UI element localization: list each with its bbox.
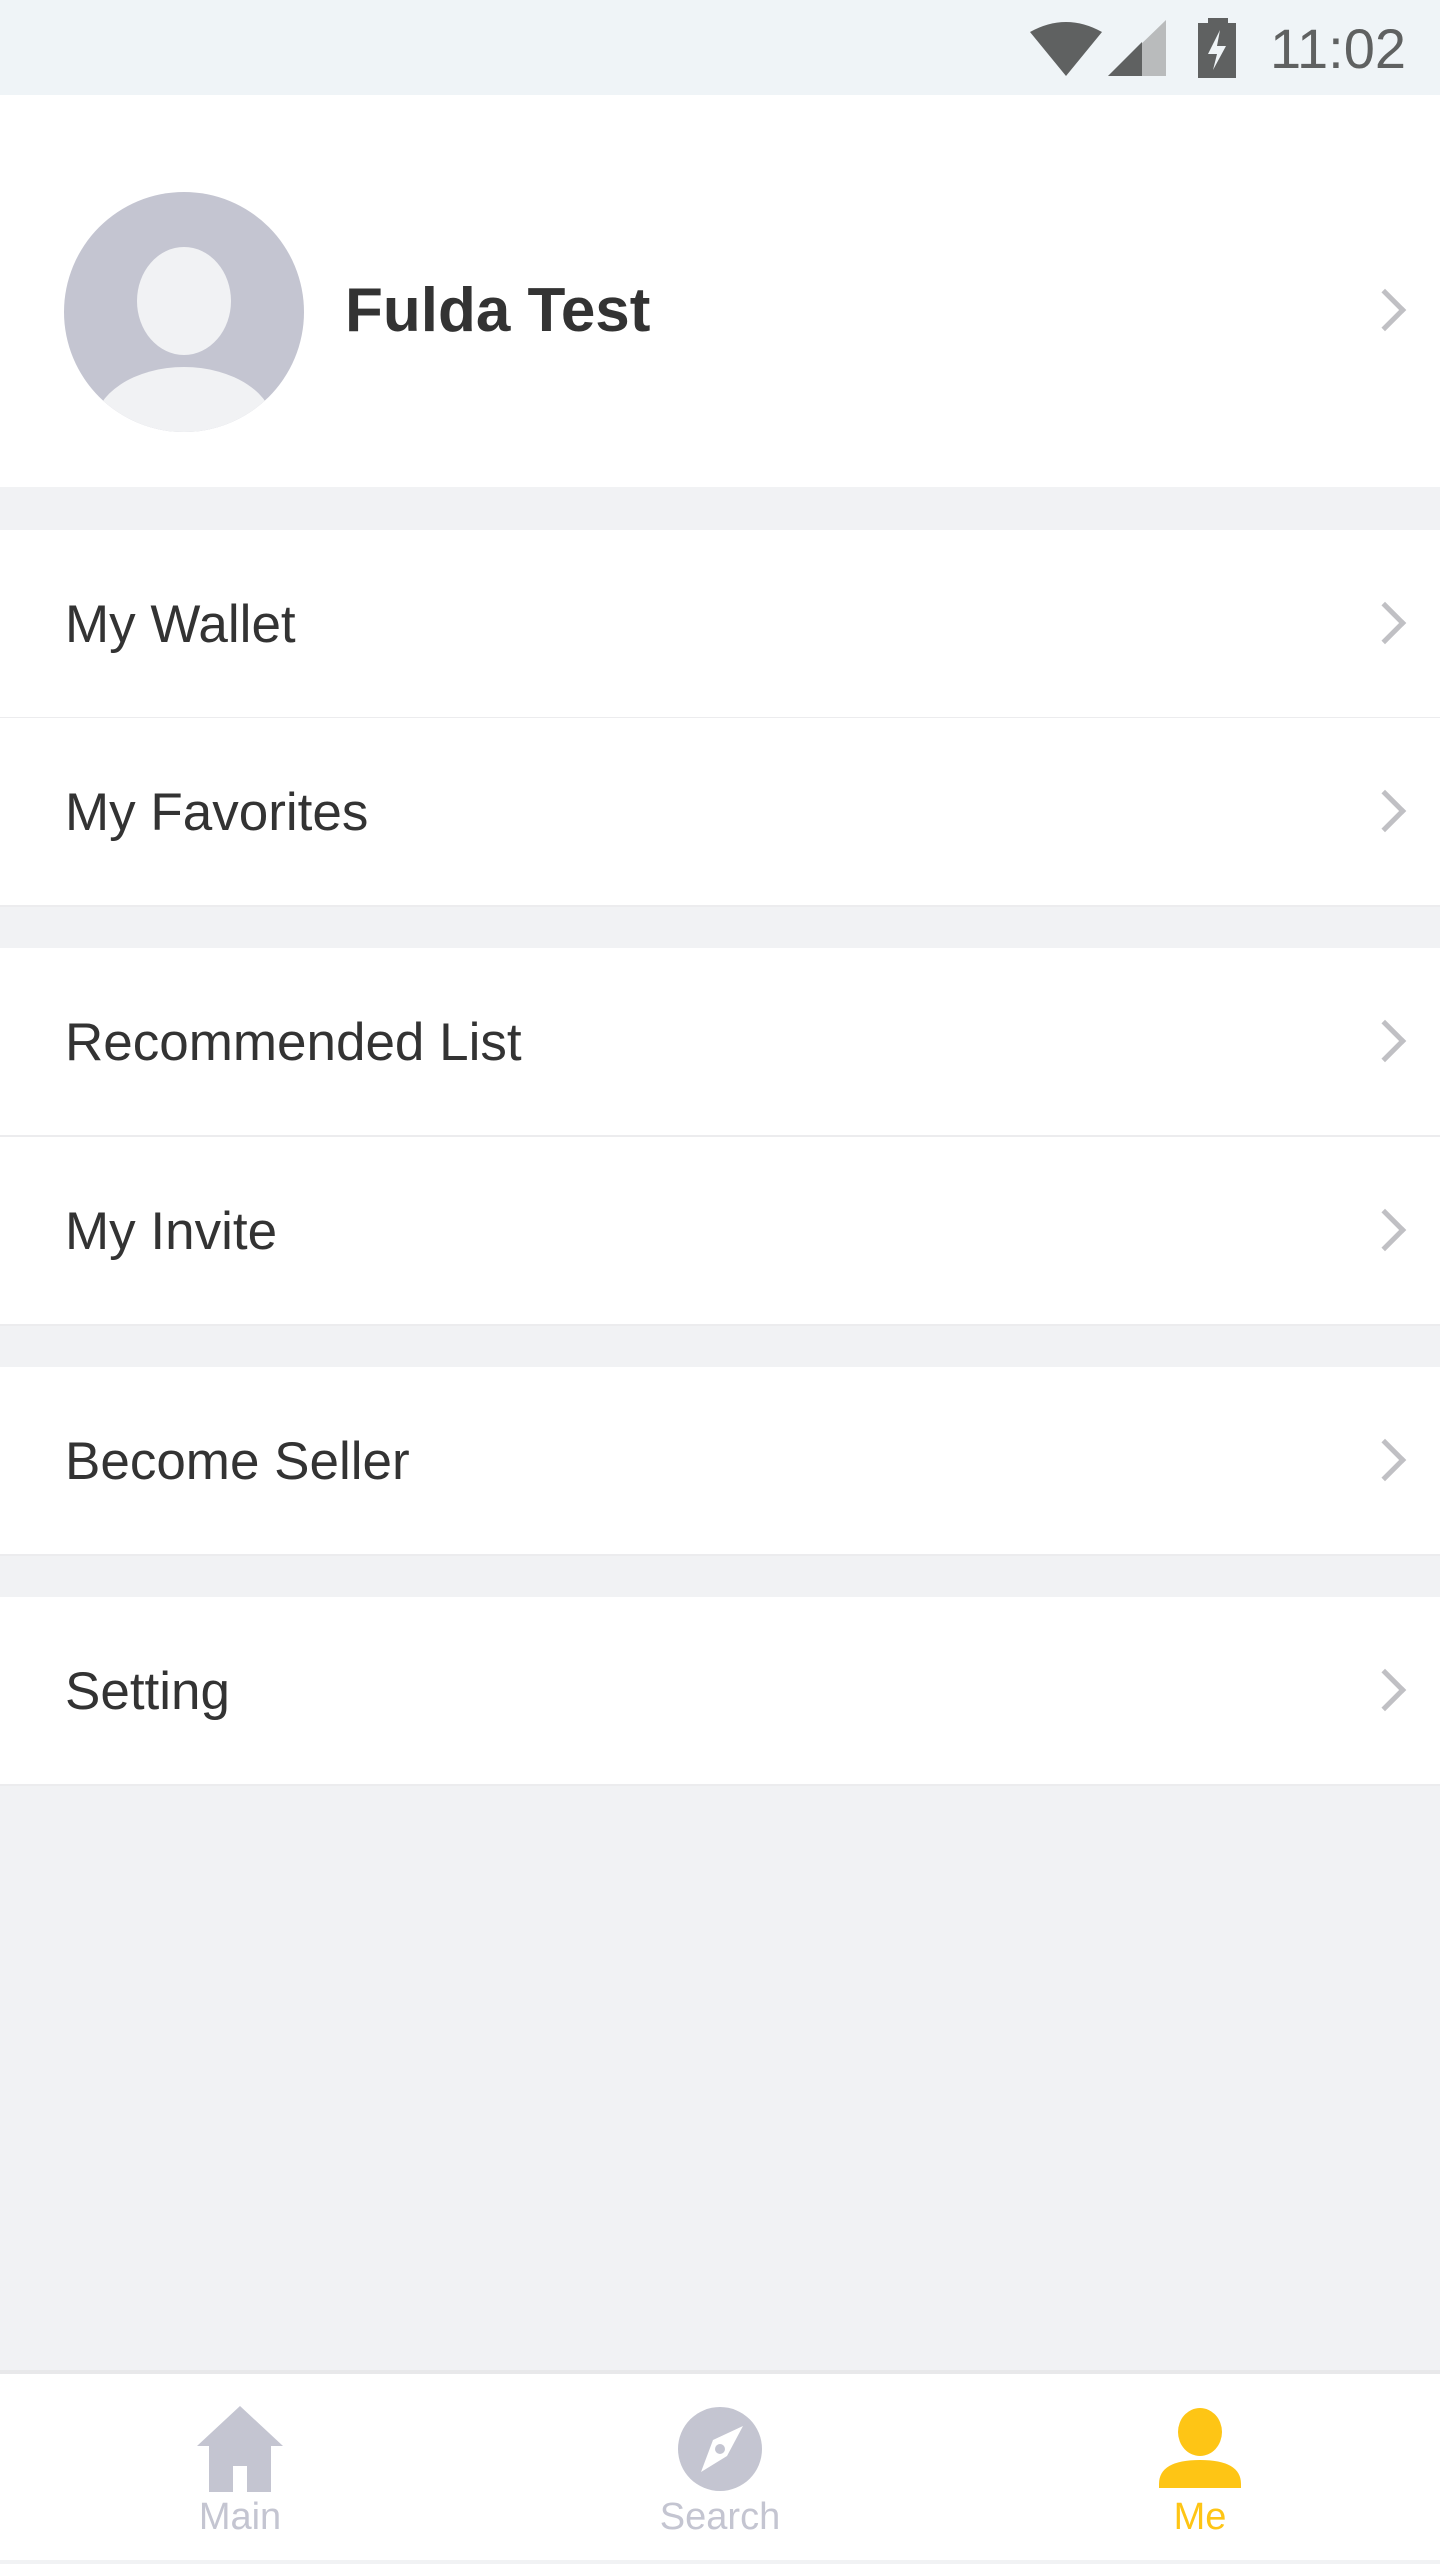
tab-main[interactable]: Main bbox=[0, 2374, 480, 2564]
chevron-right-icon bbox=[1363, 1438, 1407, 1482]
menu-item-label: Become Seller bbox=[65, 1432, 410, 1491]
tab-label: Search bbox=[659, 2496, 781, 2538]
tab-label: Main bbox=[198, 2496, 282, 2538]
home-icon bbox=[197, 2406, 283, 2492]
menu-item-my-favorites[interactable]: My Favorites bbox=[0, 718, 1440, 907]
profile-header[interactable]: Fulda Test bbox=[0, 95, 1440, 487]
tab-search[interactable]: Search bbox=[480, 2374, 960, 2564]
chevron-right-icon bbox=[1363, 288, 1407, 332]
person-icon bbox=[1159, 2408, 1241, 2488]
tab-label: Me bbox=[1173, 2496, 1227, 2538]
status-bar: 11:02 bbox=[0, 0, 1440, 95]
menu-item-label: Setting bbox=[65, 1662, 231, 1721]
menu-item-my-invite[interactable]: My Invite bbox=[0, 1137, 1440, 1326]
chevron-right-icon bbox=[1363, 1019, 1407, 1063]
menu-item-label: My Wallet bbox=[65, 595, 296, 654]
clock: 11:02 bbox=[1270, 17, 1406, 80]
chevron-right-icon bbox=[1363, 1208, 1407, 1252]
user-name: Fulda Test bbox=[345, 276, 651, 345]
menu-item-label: Recommended List bbox=[65, 1013, 522, 1072]
tab-me[interactable]: Me bbox=[960, 2374, 1440, 2564]
chevron-right-icon bbox=[1363, 601, 1407, 645]
menu-item-label: My Favorites bbox=[65, 783, 369, 842]
menu-item-my-wallet[interactable]: My Wallet bbox=[0, 530, 1440, 719]
bottom-nav: Main Search Me bbox=[0, 2370, 1440, 2560]
menu-item-setting[interactable]: Setting bbox=[0, 1597, 1440, 1786]
wifi-icon bbox=[1030, 22, 1102, 76]
compass-icon bbox=[678, 2407, 762, 2491]
menu-item-become-seller[interactable]: Become Seller bbox=[0, 1367, 1440, 1556]
chevron-right-icon bbox=[1363, 1668, 1407, 1712]
chevron-right-icon bbox=[1363, 789, 1407, 833]
menu-item-recommended-list[interactable]: Recommended List bbox=[0, 948, 1440, 1137]
menu-item-label: My Invite bbox=[65, 1202, 278, 1261]
signal-icon bbox=[1108, 20, 1166, 76]
battery-charging-icon bbox=[1198, 18, 1236, 78]
avatar bbox=[64, 192, 304, 432]
